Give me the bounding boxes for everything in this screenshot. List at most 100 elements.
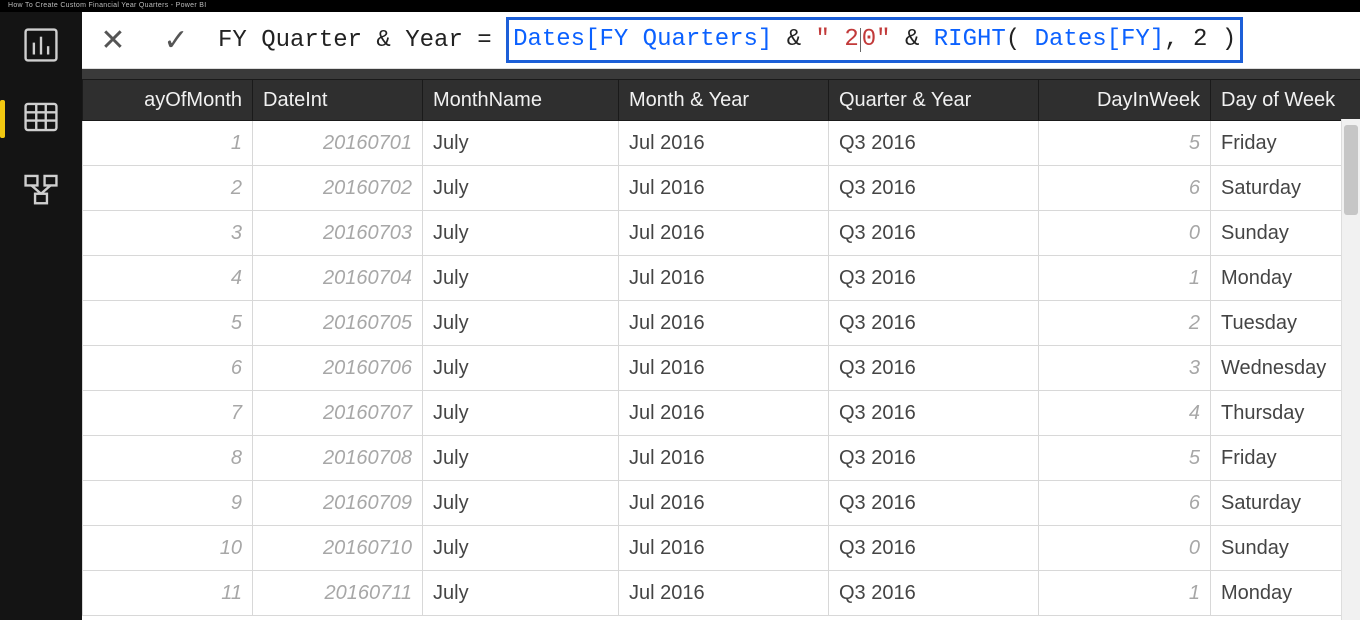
- vertical-scrollbar[interactable]: [1341, 119, 1360, 620]
- table-cell[interactable]: 4: [83, 256, 253, 301]
- table-cell[interactable]: Jul 2016: [619, 256, 829, 301]
- table-row[interactable]: 320160703JulyJul 2016Q3 20160Sunday: [83, 211, 1360, 256]
- table-cell[interactable]: Q3 2016: [829, 571, 1039, 616]
- table-cell[interactable]: July: [423, 211, 619, 256]
- col-header-month-year[interactable]: Month & Year: [619, 80, 829, 121]
- table-cell[interactable]: Jul 2016: [619, 436, 829, 481]
- table-cell[interactable]: 20160701: [253, 121, 423, 166]
- table-cell[interactable]: Saturday: [1211, 166, 1360, 211]
- table-row[interactable]: 620160706JulyJul 2016Q3 20163Wednesday: [83, 346, 1360, 391]
- table-cell[interactable]: July: [423, 256, 619, 301]
- table-cell[interactable]: Jul 2016: [619, 211, 829, 256]
- table-row[interactable]: 420160704JulyJul 2016Q3 20161Monday: [83, 256, 1360, 301]
- table-cell[interactable]: Saturday: [1211, 481, 1360, 526]
- table-row[interactable]: 1020160710JulyJul 2016Q3 20160Sunday: [83, 526, 1360, 571]
- table-cell[interactable]: Tuesday: [1211, 301, 1360, 346]
- table-cell[interactable]: Jul 2016: [619, 166, 829, 211]
- table-cell[interactable]: 20160709: [253, 481, 423, 526]
- table-cell[interactable]: 20160711: [253, 571, 423, 616]
- table-cell[interactable]: 20160704: [253, 256, 423, 301]
- table-cell[interactable]: 20160702: [253, 166, 423, 211]
- table-cell[interactable]: Q3 2016: [829, 526, 1039, 571]
- table-cell[interactable]: 20160710: [253, 526, 423, 571]
- table-cell[interactable]: 20160707: [253, 391, 423, 436]
- nav-report-view[interactable]: [11, 24, 71, 70]
- table-cell[interactable]: Q3 2016: [829, 301, 1039, 346]
- table-row[interactable]: 820160708JulyJul 2016Q3 20165Friday: [83, 436, 1360, 481]
- table-cell[interactable]: Wednesday: [1211, 346, 1360, 391]
- table-cell[interactable]: 20160706: [253, 346, 423, 391]
- table-cell[interactable]: 2: [83, 166, 253, 211]
- table-row[interactable]: 720160707JulyJul 2016Q3 20164Thursday: [83, 391, 1360, 436]
- table-cell[interactable]: July: [423, 571, 619, 616]
- table-cell[interactable]: Q3 2016: [829, 256, 1039, 301]
- formula-input[interactable]: FY Quarter & Year = Dates[FY Quarters] &…: [208, 12, 1360, 68]
- table-cell[interactable]: July: [423, 391, 619, 436]
- table-cell[interactable]: Jul 2016: [619, 301, 829, 346]
- table-cell[interactable]: Q3 2016: [829, 391, 1039, 436]
- table-cell[interactable]: 3: [83, 211, 253, 256]
- table-cell[interactable]: Monday: [1211, 256, 1360, 301]
- table-cell[interactable]: 0: [1039, 211, 1211, 256]
- table-cell[interactable]: 3: [1039, 346, 1211, 391]
- table-cell[interactable]: 4: [1039, 391, 1211, 436]
- table-cell[interactable]: July: [423, 301, 619, 346]
- table-cell[interactable]: Friday: [1211, 436, 1360, 481]
- nav-model-view[interactable]: [11, 168, 71, 214]
- table-cell[interactable]: 1: [1039, 571, 1211, 616]
- nav-data-view[interactable]: [11, 96, 71, 142]
- table-cell[interactable]: July: [423, 121, 619, 166]
- table-cell[interactable]: Q3 2016: [829, 346, 1039, 391]
- table-cell[interactable]: Monday: [1211, 571, 1360, 616]
- table-cell[interactable]: 11: [83, 571, 253, 616]
- col-header-dateint[interactable]: DateInt: [253, 80, 423, 121]
- table-cell[interactable]: Jul 2016: [619, 346, 829, 391]
- table-cell[interactable]: Q3 2016: [829, 481, 1039, 526]
- table-cell[interactable]: 7: [83, 391, 253, 436]
- col-header-monthname[interactable]: MonthName: [423, 80, 619, 121]
- table-cell[interactable]: Jul 2016: [619, 526, 829, 571]
- table-cell[interactable]: Q3 2016: [829, 166, 1039, 211]
- table-cell[interactable]: Thursday: [1211, 391, 1360, 436]
- table-row[interactable]: 120160701JulyJul 2016Q3 20165Friday: [83, 121, 1360, 166]
- table-cell[interactable]: 1: [83, 121, 253, 166]
- table-cell[interactable]: 6: [1039, 481, 1211, 526]
- table-row[interactable]: 520160705JulyJul 2016Q3 20162Tuesday: [83, 301, 1360, 346]
- table-cell[interactable]: 5: [1039, 436, 1211, 481]
- table-cell[interactable]: Friday: [1211, 121, 1360, 166]
- table-cell[interactable]: 1: [1039, 256, 1211, 301]
- table-cell[interactable]: Q3 2016: [829, 121, 1039, 166]
- col-header-dayofmonth[interactable]: ayOfMonth: [83, 80, 253, 121]
- table-cell[interactable]: 5: [83, 301, 253, 346]
- table-cell[interactable]: July: [423, 166, 619, 211]
- table-cell[interactable]: Q3 2016: [829, 436, 1039, 481]
- table-cell[interactable]: July: [423, 481, 619, 526]
- table-row[interactable]: 220160702JulyJul 2016Q3 20166Saturday: [83, 166, 1360, 211]
- table-cell[interactable]: July: [423, 526, 619, 571]
- table-cell[interactable]: 5: [1039, 121, 1211, 166]
- table-cell[interactable]: 10: [83, 526, 253, 571]
- table-cell[interactable]: 20160705: [253, 301, 423, 346]
- table-cell[interactable]: Jul 2016: [619, 481, 829, 526]
- table-cell[interactable]: Q3 2016: [829, 211, 1039, 256]
- table-cell[interactable]: 0: [1039, 526, 1211, 571]
- table-cell[interactable]: Sunday: [1211, 211, 1360, 256]
- table-cell[interactable]: Jul 2016: [619, 571, 829, 616]
- table-cell[interactable]: July: [423, 436, 619, 481]
- formula-accept-button[interactable]: ✓: [145, 12, 208, 68]
- table-row[interactable]: 920160709JulyJul 2016Q3 20166Saturday: [83, 481, 1360, 526]
- table-cell[interactable]: Jul 2016: [619, 121, 829, 166]
- table-cell[interactable]: Jul 2016: [619, 391, 829, 436]
- table-cell[interactable]: 6: [1039, 166, 1211, 211]
- table-cell[interactable]: 9: [83, 481, 253, 526]
- table-cell[interactable]: 20160708: [253, 436, 423, 481]
- col-header-dayofweek[interactable]: Day of Week: [1211, 80, 1360, 121]
- col-header-quarter-year[interactable]: Quarter & Year: [829, 80, 1039, 121]
- formula-cancel-button[interactable]: ✕: [82, 12, 145, 68]
- table-cell[interactable]: 20160703: [253, 211, 423, 256]
- scrollbar-thumb[interactable]: [1344, 125, 1358, 215]
- table-cell[interactable]: Sunday: [1211, 526, 1360, 571]
- col-header-dayinweek[interactable]: DayInWeek: [1039, 80, 1211, 121]
- table-cell[interactable]: 8: [83, 436, 253, 481]
- data-grid[interactable]: ayOfMonth DateInt MonthName Month & Year…: [82, 79, 1360, 616]
